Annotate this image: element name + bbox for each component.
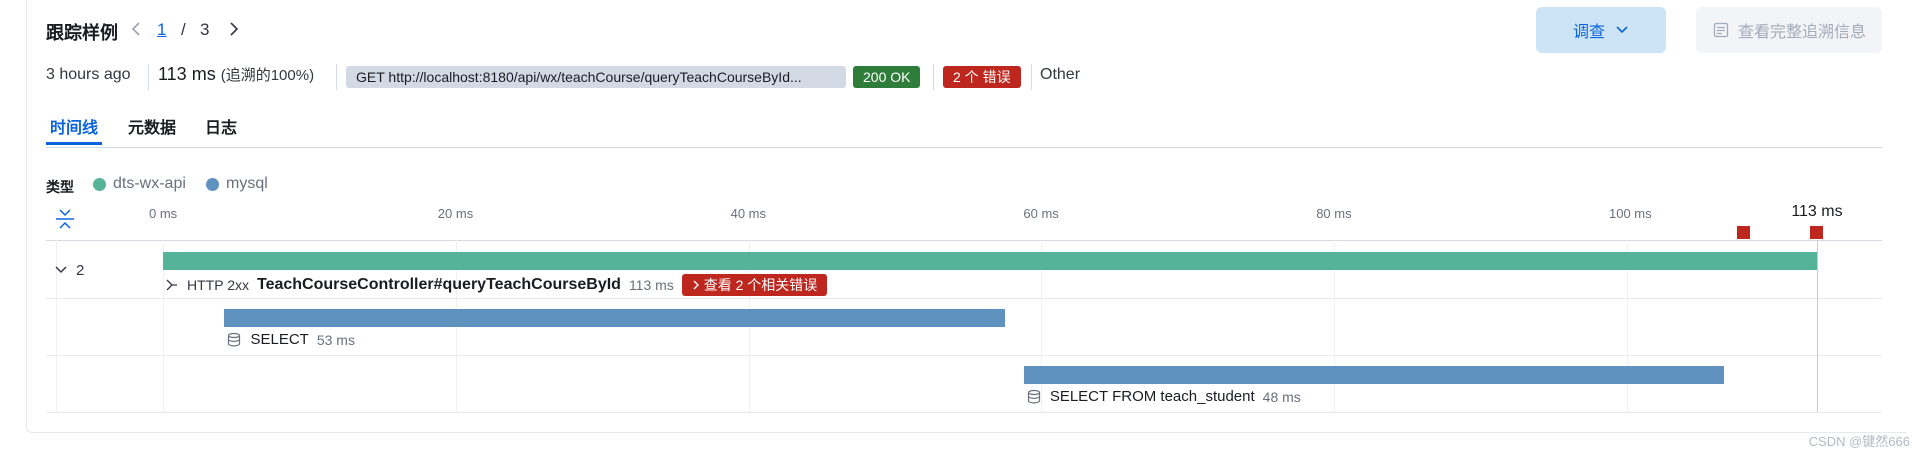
span-name: TeachCourseController#queryTeachCourseBy… bbox=[256, 276, 621, 293]
chevron-right-icon bbox=[693, 280, 699, 290]
document-icon bbox=[1713, 22, 1729, 38]
view-full-trace-button[interactable]: 查看完整追溯信息 bbox=[1696, 7, 1882, 53]
trace-sample-title: 跟踪样例 bbox=[46, 23, 118, 43]
span-label-select[interactable]: SELECT 53 ms bbox=[226, 331, 355, 348]
error-marker[interactable] bbox=[1737, 226, 1751, 239]
investigate-label: 调查 bbox=[1572, 24, 1605, 41]
span-name: SELECT bbox=[250, 331, 309, 348]
legend-item-label: mysql bbox=[226, 175, 268, 192]
error-marker[interactable] bbox=[1810, 226, 1824, 239]
duration-value: 113 ms bbox=[158, 64, 216, 84]
span-name: SELECT FROM teach_student bbox=[1049, 388, 1255, 405]
chevron-down-icon bbox=[1616, 26, 1628, 34]
database-icon bbox=[228, 332, 241, 347]
axis-tick-label: 80 ms bbox=[1316, 206, 1352, 221]
transaction-type: Other bbox=[1040, 66, 1081, 83]
row-divider bbox=[46, 298, 1882, 299]
tab-timeline[interactable]: 时间线 bbox=[50, 114, 98, 138]
legend-title: 类型 bbox=[46, 179, 74, 195]
divider bbox=[1031, 64, 1032, 90]
span-duration: 48 ms bbox=[1262, 388, 1301, 405]
tabs-divider bbox=[46, 147, 1882, 148]
axis-tick-label: 20 ms bbox=[437, 206, 474, 221]
chevron-left-icon bbox=[131, 22, 140, 36]
collapse-all-button[interactable] bbox=[54, 207, 76, 236]
axis-divider bbox=[46, 240, 1882, 241]
view-related-errors-button[interactable]: 查看 2 个相关错误 bbox=[681, 274, 828, 296]
legend-swatch bbox=[206, 177, 219, 191]
span-label-transaction[interactable]: HTTP 2xx TeachCourseController#queryTeac… bbox=[165, 274, 828, 296]
database-icon bbox=[1027, 389, 1040, 404]
duration-percent: (追溯的100%) bbox=[220, 67, 315, 84]
span-bar-select[interactable] bbox=[224, 309, 1005, 327]
trace-duration: 113 ms (追溯的100%) bbox=[158, 64, 314, 85]
status-badge: 200 OK bbox=[853, 66, 921, 88]
related-errors-label: 查看 2 个相关错误 bbox=[703, 277, 818, 293]
span-group-toggle[interactable]: 2 bbox=[54, 262, 84, 279]
span-bar-transaction[interactable] bbox=[163, 252, 1818, 270]
axis-tick-label: 100 ms bbox=[1609, 206, 1652, 221]
row-divider bbox=[46, 355, 1882, 356]
next-page-button[interactable] bbox=[228, 20, 240, 43]
time-ago: 3 hours ago bbox=[46, 66, 131, 83]
tab-metadata[interactable]: 元数据 bbox=[128, 114, 176, 138]
active-tab-indicator bbox=[46, 142, 102, 145]
timeline-end-label: 113 ms bbox=[1791, 203, 1843, 220]
collapse-icon bbox=[56, 209, 74, 229]
current-page-link[interactable]: 1 bbox=[157, 20, 166, 40]
chevron-right-icon bbox=[230, 22, 239, 36]
span-duration: 53 ms bbox=[316, 331, 355, 348]
investigate-button[interactable]: 调查 bbox=[1536, 7, 1666, 53]
axis-tick-label: 40 ms bbox=[730, 206, 766, 221]
span-bar-select-teach-student[interactable] bbox=[1023, 366, 1724, 384]
page-separator: / bbox=[181, 20, 186, 39]
divider bbox=[336, 64, 337, 90]
legend-item-mysql: mysql bbox=[206, 175, 268, 193]
divider bbox=[148, 64, 149, 90]
span-type: HTTP 2xx bbox=[187, 277, 249, 293]
tab-logs[interactable]: 日志 bbox=[205, 114, 237, 138]
watermark: CSDN @键然666 bbox=[1808, 434, 1910, 449]
legend-swatch bbox=[93, 177, 106, 191]
merge-icon bbox=[166, 279, 177, 291]
chevron-down-icon bbox=[55, 266, 67, 274]
legend-item-label: dts-wx-api bbox=[113, 175, 186, 192]
row-divider bbox=[46, 412, 1882, 413]
divider bbox=[933, 64, 934, 90]
axis-tick-label: 0 ms bbox=[149, 206, 178, 221]
child-count: 2 bbox=[76, 262, 85, 279]
view-full-trace-label: 查看完整追溯信息 bbox=[1737, 24, 1866, 41]
prev-page-button[interactable] bbox=[130, 20, 142, 43]
span-duration: 113 ms bbox=[628, 277, 674, 293]
span-label-select-teach-student[interactable]: SELECT FROM teach_student 48 ms bbox=[1026, 388, 1301, 405]
total-pages: 3 bbox=[200, 20, 210, 39]
error-count-badge[interactable]: 2 个 错误 bbox=[943, 66, 1021, 88]
timeline-end-line bbox=[1817, 240, 1819, 412]
request-url-badge[interactable]: GET http://localhost:8180/api/wx/teachCo… bbox=[346, 66, 846, 88]
legend-item-dts-wx-api: dts-wx-api bbox=[93, 175, 186, 193]
axis-tick-label: 60 ms bbox=[1023, 206, 1059, 221]
